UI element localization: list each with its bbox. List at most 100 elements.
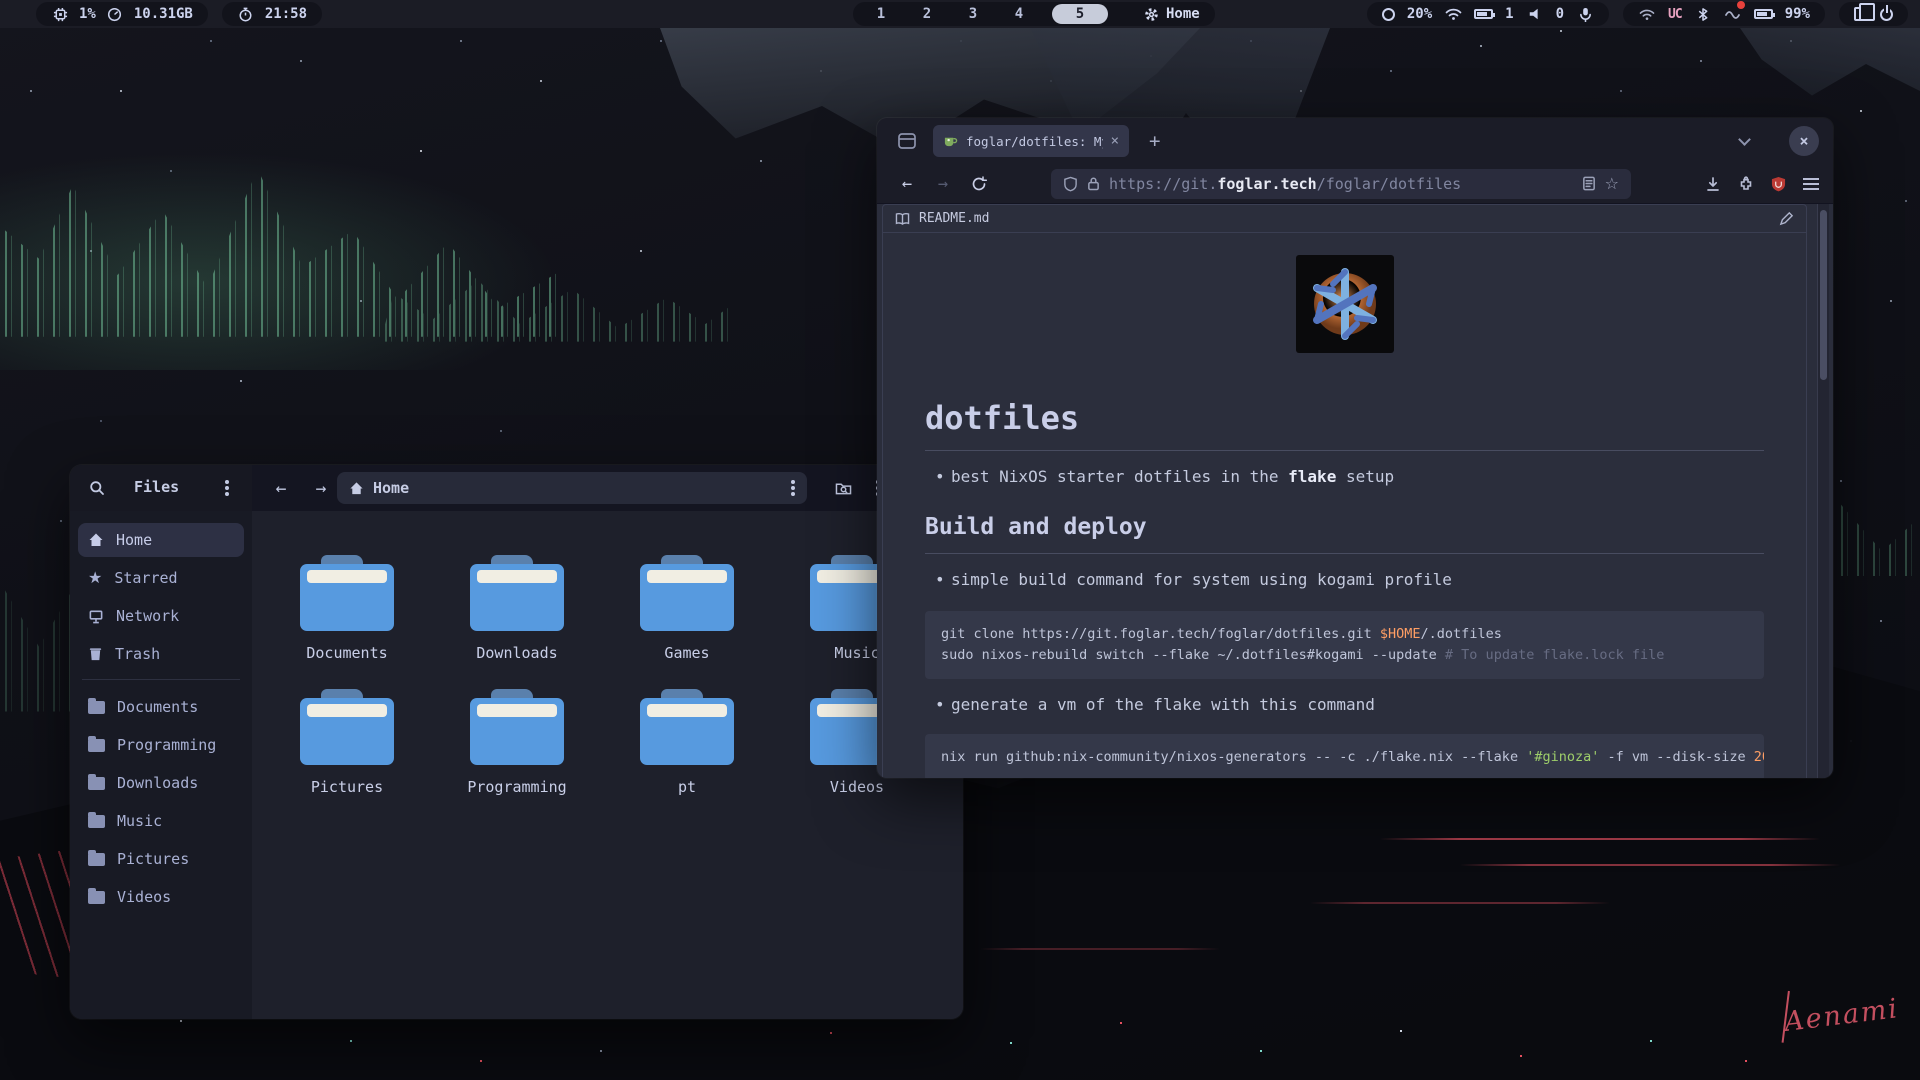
sidebar-label: Pictures xyxy=(117,850,189,868)
sidebar-item-pictures[interactable]: Pictures xyxy=(78,842,244,876)
sidebar-item-home[interactable]: Home xyxy=(78,523,244,557)
sidebar-item-music[interactable]: Music xyxy=(78,804,244,838)
nav-back-button[interactable]: ← xyxy=(891,169,923,199)
code-line: nix run github:nix-community/nixos-gener… xyxy=(941,747,1748,768)
brightness-value: 20% xyxy=(1407,6,1432,22)
sidebar-label: Starred xyxy=(114,569,177,587)
folder-item-games[interactable]: Games xyxy=(602,555,772,689)
sidebar-item-videos[interactable]: Videos xyxy=(78,880,244,914)
url-text[interactable]: https://git.foglar.tech/foglar/dotfiles xyxy=(1109,175,1461,193)
sidebar-label: Downloads xyxy=(117,774,198,792)
volume-value: 0 xyxy=(1556,6,1564,22)
memory-usage: 10.31GB xyxy=(134,6,193,22)
tracking-shield-icon[interactable] xyxy=(1063,176,1078,192)
search-button[interactable] xyxy=(82,473,112,503)
folder-icon xyxy=(300,555,394,631)
folder-search-icon xyxy=(835,481,852,496)
folder-item-pictures[interactable]: Pictures xyxy=(262,689,432,823)
browser-tab[interactable]: foglar/dotfiles: My × xyxy=(933,125,1129,157)
battery-percent: 99% xyxy=(1785,6,1810,22)
code-line: sudo nixos-rebuild switch --flake ~/.dot… xyxy=(941,645,1748,666)
memory-gauge-icon xyxy=(106,5,124,23)
code-block-vm: nix run github:nix-community/nixos-gener… xyxy=(925,734,1764,778)
bookmark-star-icon[interactable]: ☆ xyxy=(1605,174,1619,193)
home-icon xyxy=(88,532,104,548)
ublock-origin-icon[interactable] xyxy=(1771,176,1786,192)
new-tab-button[interactable]: + xyxy=(1149,130,1160,152)
path-menu-icon[interactable] xyxy=(791,486,795,490)
reader-mode-icon[interactable] xyxy=(1582,176,1596,191)
notification-tray-icon[interactable] xyxy=(1724,5,1742,23)
sidebar-item-programming[interactable]: Programming xyxy=(78,728,244,762)
gitea-favicon xyxy=(943,134,958,148)
scrollbar[interactable] xyxy=(1817,204,1829,778)
bluetooth-icon[interactable] xyxy=(1694,5,1712,23)
window-close-button[interactable]: × xyxy=(1789,126,1819,156)
kebab-icon xyxy=(225,486,229,490)
scrollbar-thumb[interactable] xyxy=(1820,210,1827,380)
folder-item-documents[interactable]: Documents xyxy=(262,555,432,689)
menu-button[interactable] xyxy=(1803,183,1819,185)
back-button[interactable]: ← xyxy=(266,473,296,503)
edit-pencil-icon[interactable] xyxy=(1779,211,1794,226)
workspace-2[interactable]: 2 xyxy=(914,6,940,22)
readme-title: dotfiles xyxy=(925,399,1764,437)
search-icon xyxy=(89,480,105,496)
folder-icon xyxy=(88,853,105,866)
speaker-icon xyxy=(1526,5,1544,23)
tab-list-chevron-icon[interactable] xyxy=(1738,133,1751,146)
clipboard-icon[interactable] xyxy=(1854,7,1866,21)
reload-icon xyxy=(971,176,987,192)
battery-icon xyxy=(1474,9,1493,19)
forward-button[interactable]: → xyxy=(306,473,336,503)
sidebar-item-trash[interactable]: Trash xyxy=(78,637,244,671)
readme-bullet: generate a vm of the flake with this com… xyxy=(925,694,1764,716)
navigation-bar: ← → https://git.foglar.tech/foglar/dotfi… xyxy=(877,164,1833,204)
sidebar-item-documents[interactable]: Documents xyxy=(78,690,244,724)
workspace-4[interactable]: 4 xyxy=(1006,6,1032,22)
workspace-3[interactable]: 3 xyxy=(960,6,986,22)
url-bar[interactable]: https://git.foglar.tech/foglar/dotfiles … xyxy=(1051,169,1631,199)
files-window: Files ← → Home Home xyxy=(70,465,963,1019)
readme-bullet: best NixOS starter dotfiles in the flake… xyxy=(925,466,1764,488)
divider xyxy=(925,553,1764,554)
readme-header: README.md xyxy=(883,205,1806,233)
workspace-5-active[interactable]: 5 xyxy=(1052,4,1108,24)
network-tray-icon[interactable] xyxy=(1638,5,1656,23)
path-bar[interactable]: Home xyxy=(337,472,807,504)
sidebar-label: Network xyxy=(116,607,179,625)
divider xyxy=(925,450,1764,451)
readme-section-title: Build and deploy xyxy=(925,514,1764,540)
firefox-view-icon[interactable] xyxy=(897,132,917,150)
tray-app-icon[interactable]: UC xyxy=(1668,7,1682,22)
sidebar-label: Programming xyxy=(117,736,216,754)
reload-button[interactable] xyxy=(963,169,995,199)
folder-item-pt[interactable]: pt xyxy=(602,689,772,823)
network-icon xyxy=(88,609,104,624)
notification-dot xyxy=(1737,1,1745,9)
search-folder-button[interactable] xyxy=(828,473,858,503)
sidebar-item-network[interactable]: Network xyxy=(78,599,244,633)
downloads-icon[interactable] xyxy=(1705,176,1721,192)
folder-item-programming[interactable]: Programming xyxy=(432,689,602,823)
nav-forward-button[interactable]: → xyxy=(927,169,959,199)
workspace-1[interactable]: 1 xyxy=(868,6,894,22)
app-menu-button[interactable] xyxy=(212,473,242,503)
sidebar-label: Trash xyxy=(115,645,160,663)
tab-close-button[interactable]: × xyxy=(1111,133,1119,149)
extension-icon[interactable] xyxy=(1738,176,1754,192)
clock-icon xyxy=(237,5,255,23)
folder-item-downloads[interactable]: Downloads xyxy=(432,555,602,689)
sidebar-divider xyxy=(82,679,240,680)
nixos-logo xyxy=(1296,255,1394,353)
power-icon[interactable] xyxy=(1880,8,1893,21)
tab-bar: foglar/dotfiles: My × + × xyxy=(877,118,1833,164)
folder-icon xyxy=(88,891,105,904)
browser-window: foglar/dotfiles: My × + × ← → https://gi… xyxy=(877,118,1833,778)
files-titlebar[interactable]: Files ← → Home xyxy=(70,465,963,511)
sidebar-item-starred[interactable]: ★ Starred xyxy=(78,561,244,595)
star-icon: ★ xyxy=(88,570,102,586)
code-line: git clone https://git.foglar.tech/foglar… xyxy=(941,624,1748,645)
sidebar-item-downloads[interactable]: Downloads xyxy=(78,766,244,800)
trash-icon xyxy=(88,646,103,662)
